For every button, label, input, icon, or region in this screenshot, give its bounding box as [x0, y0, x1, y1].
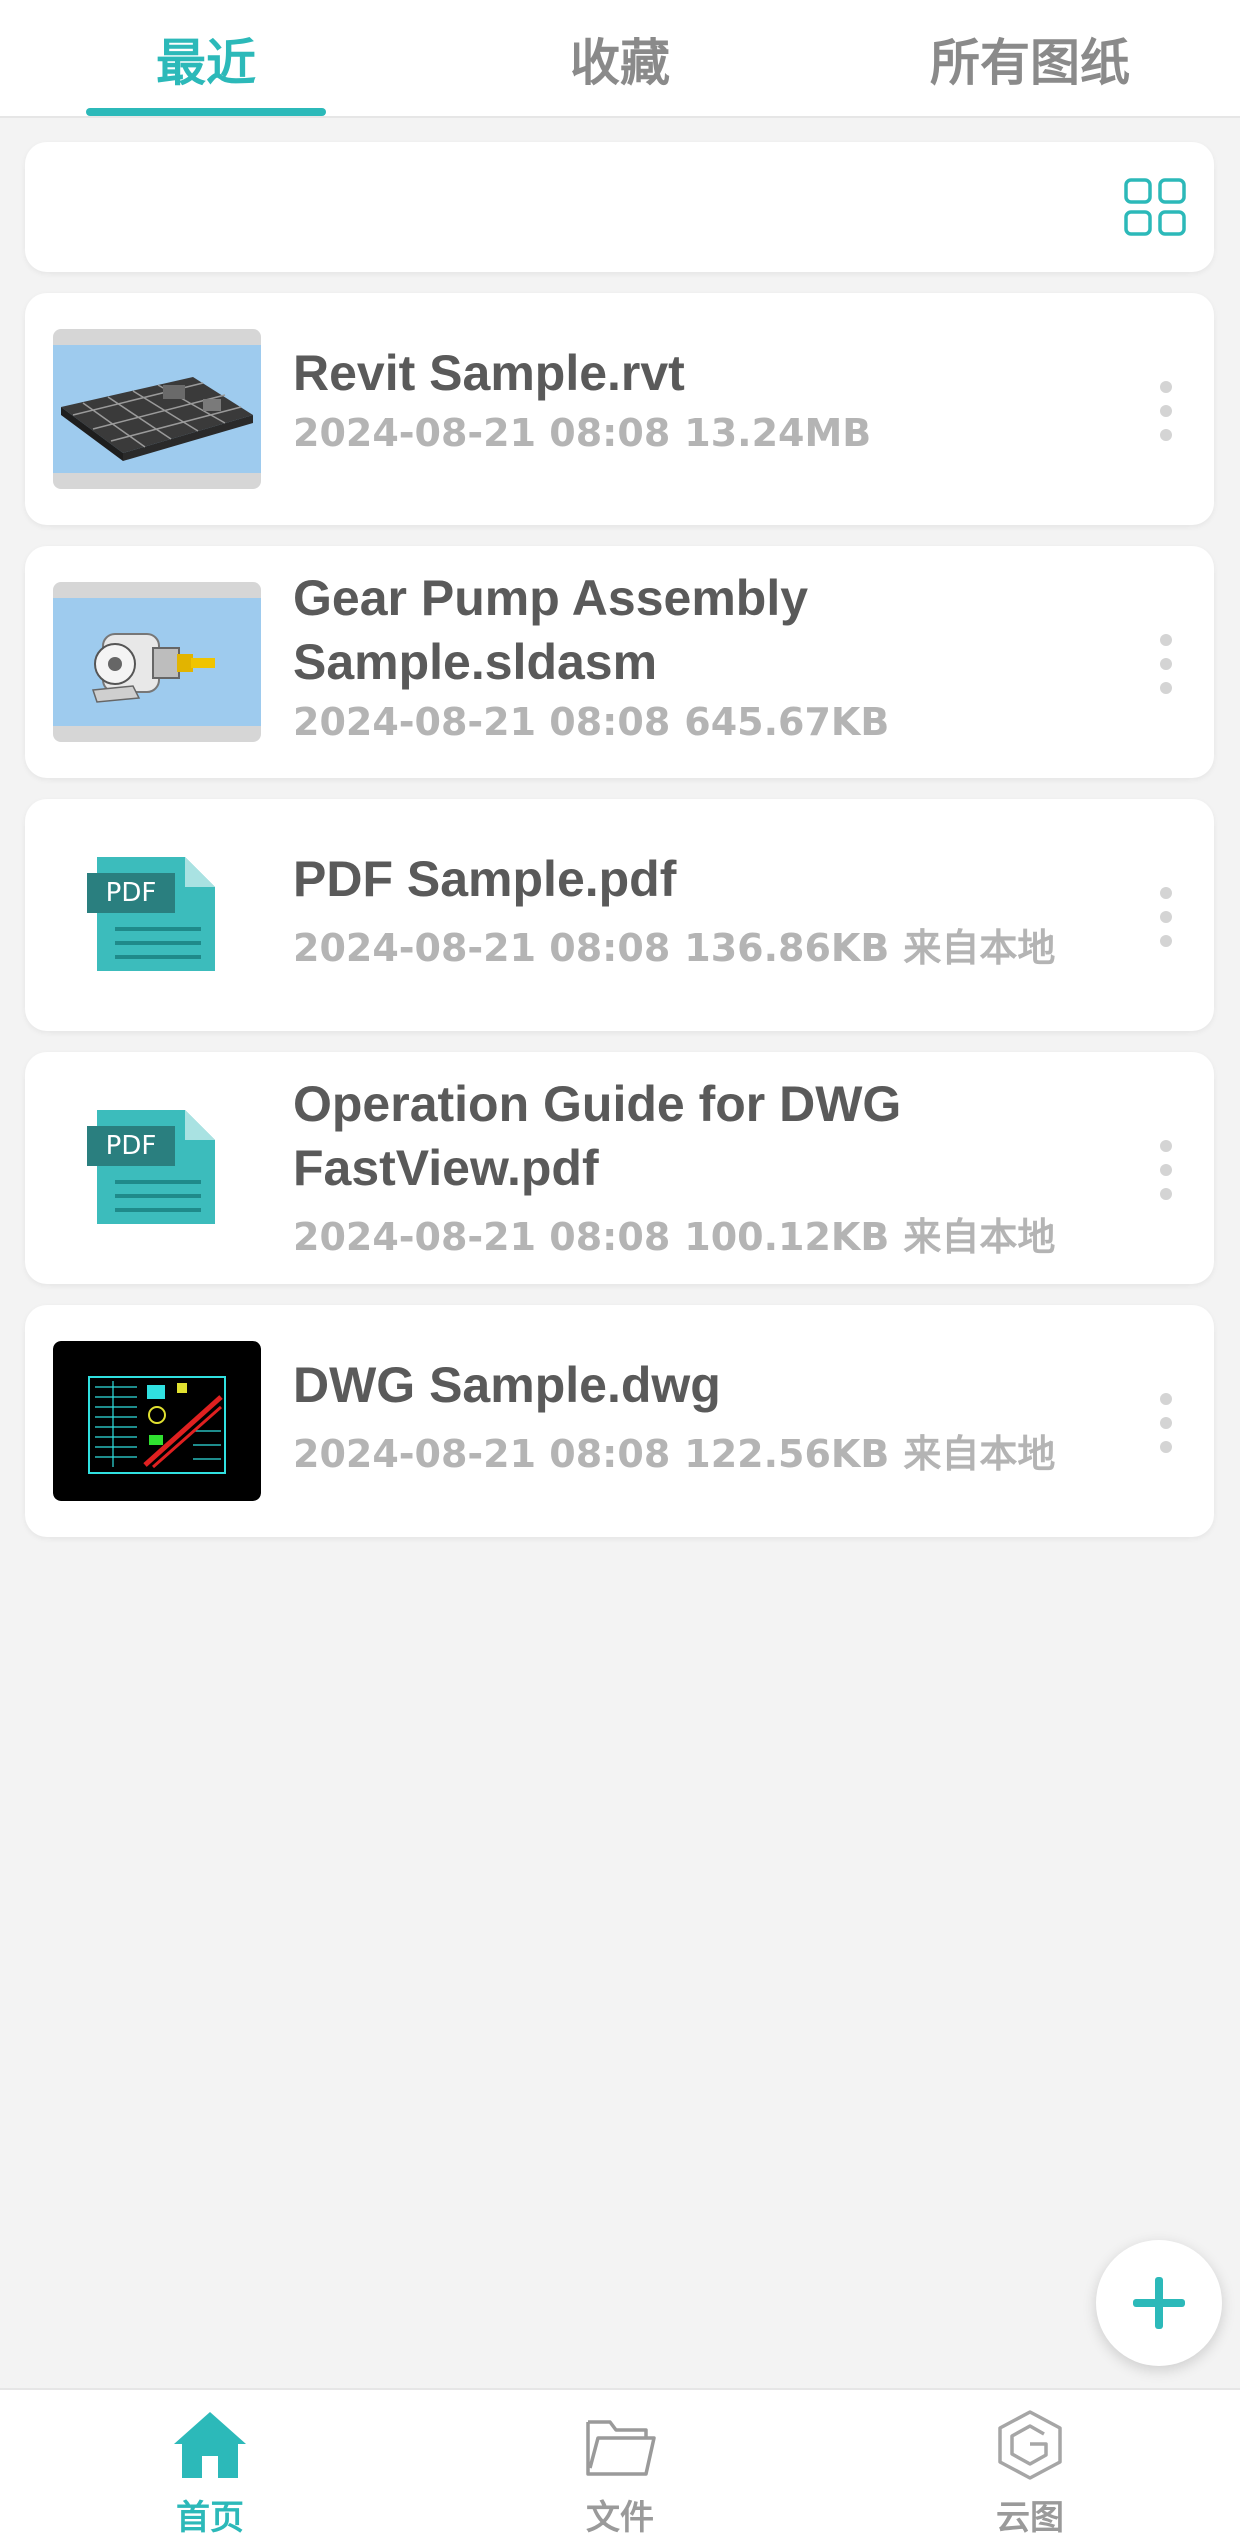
file-name: PDF Sample.pdf: [293, 851, 677, 907]
more-options-icon[interactable]: [1154, 1140, 1178, 1200]
more-options-icon[interactable]: [1154, 634, 1178, 694]
file-date: 2024-08-21 08:08: [293, 411, 671, 455]
file-size: 13.24MB: [684, 411, 872, 455]
revit-model-thumbnail: [53, 329, 261, 489]
file-meta: 2024-08-21 08:08 645.67KB: [293, 700, 1093, 744]
grid-view-icon[interactable]: [1124, 178, 1186, 236]
pdf-file-icon: PDF: [53, 835, 261, 995]
file-size: 136.86KB: [684, 926, 890, 970]
file-item[interactable]: PDF PDF Sample.pdf 2024-08-21 08:08 136.8…: [25, 799, 1214, 1031]
active-tab-indicator: [86, 108, 326, 116]
nav-cloud[interactable]: 云图: [930, 2390, 1130, 2538]
gear-pump-thumbnail: [53, 582, 261, 742]
dwg-drawing-thumbnail: [53, 1341, 261, 1501]
top-tab-bar: 最近 收藏 所有图纸: [0, 0, 1240, 118]
home-icon: [174, 2412, 246, 2478]
file-size: 645.67KB: [684, 700, 890, 744]
file-meta: 2024-08-21 08:08 13.24MB: [293, 411, 1093, 455]
file-meta: 2024-08-21 08:08 122.56KB 来自本地: [293, 1423, 1093, 1478]
svg-text:PDF: PDF: [106, 878, 157, 908]
plus-icon: [1133, 2277, 1185, 2329]
more-options-icon[interactable]: [1154, 887, 1178, 947]
file-source: 来自本地: [903, 926, 1056, 970]
file-name: DWG Sample.dwg: [293, 1357, 721, 1413]
svg-text:PDF: PDF: [106, 1131, 157, 1161]
file-item[interactable]: Revit Sample.rvt 2024-08-21 08:08 13.24MB: [25, 293, 1214, 525]
file-date: 2024-08-21 08:08: [293, 1215, 671, 1259]
add-button[interactable]: [1096, 2240, 1222, 2366]
nav-files[interactable]: 文件: [520, 2390, 720, 2538]
folder-icon: [586, 2420, 656, 2476]
file-item[interactable]: Gear Pump Assembly Sample.sldasm 2024-08…: [25, 546, 1214, 778]
toolbar-card: [25, 142, 1214, 272]
nav-label: 首页: [176, 2498, 244, 2538]
file-name: Revit Sample.rvt: [293, 345, 685, 401]
nav-label: 文件: [586, 2498, 654, 2538]
file-item[interactable]: DWG Sample.dwg 2024-08-21 08:08 122.56KB 来…: [25, 1305, 1214, 1537]
bottom-navigation: 首页 文件 云图: [0, 2388, 1240, 2538]
file-item[interactable]: PDF Operation Guide for DWG FastView.pdf…: [25, 1052, 1214, 1284]
more-options-icon[interactable]: [1154, 381, 1178, 441]
file-date: 2024-08-21 08:08: [293, 1432, 671, 1476]
tab-all-drawings[interactable]: 所有图纸: [880, 0, 1180, 118]
file-source: 来自本地: [903, 1432, 1056, 1476]
file-name: Operation Guide for DWG FastView.pdf: [293, 1076, 902, 1196]
more-options-icon[interactable]: [1154, 1393, 1178, 1453]
pdf-file-icon: PDF: [53, 1088, 261, 1248]
file-meta: 2024-08-21 08:08 100.12KB 来自本地: [293, 1206, 1093, 1261]
file-date: 2024-08-21 08:08: [293, 926, 671, 970]
file-size: 100.12KB: [684, 1215, 890, 1259]
tab-recent[interactable]: 最近: [86, 0, 326, 118]
file-meta: 2024-08-21 08:08 136.86KB 来自本地: [293, 917, 1093, 972]
cloud-drawing-logo-icon: [998, 2410, 1062, 2480]
nav-home[interactable]: 首页: [110, 2390, 310, 2538]
file-date: 2024-08-21 08:08: [293, 700, 671, 744]
file-size: 122.56KB: [684, 1432, 890, 1476]
tab-favorites[interactable]: 收藏: [500, 0, 740, 118]
nav-label: 云图: [996, 2498, 1064, 2538]
file-name: Gear Pump Assembly Sample.sldasm: [293, 570, 809, 690]
file-source: 来自本地: [903, 1215, 1056, 1259]
